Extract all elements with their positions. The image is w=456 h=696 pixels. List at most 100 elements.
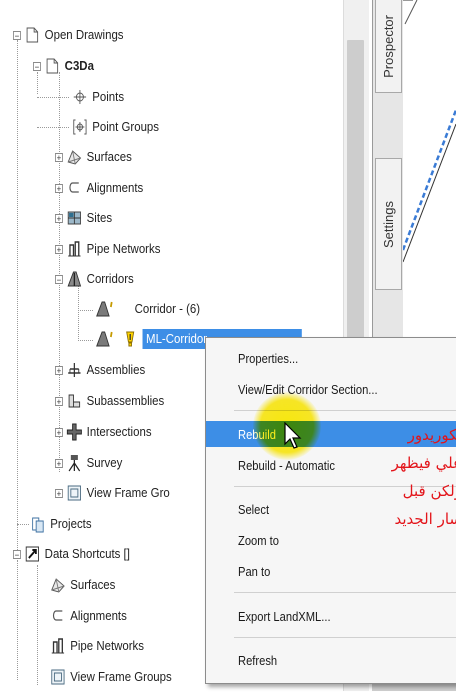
tree-item-shortcut-surfaces[interactable]: Surfaces [50, 574, 115, 596]
drawing-icon [44, 57, 60, 75]
tree-line [17, 524, 29, 525]
menu-separator [234, 637, 456, 638]
annotation-line: علي فيظهر [392, 454, 456, 472]
annotation-line: ولكن قبل [403, 482, 456, 500]
view-frame-icon [50, 668, 66, 686]
corridor-item-icon [95, 300, 118, 318]
collapse-toggle[interactable]: − [13, 31, 21, 40]
tree-line [37, 565, 38, 685]
tree-item-label: Sites [87, 208, 112, 228]
collapse-toggle[interactable]: − [33, 62, 41, 71]
tree-line [78, 340, 93, 341]
menu-item-label: View/Edit Corridor Section... [238, 382, 378, 397]
tree-item-open-drawings[interactable]: − Open Drawings [13, 24, 124, 46]
view-frame-icon [66, 484, 82, 502]
tree-item-survey[interactable]: + Survey [55, 452, 122, 474]
tree-item-corridors[interactable]: − Corridors [55, 268, 134, 290]
pipe-network-icon [66, 240, 82, 258]
corridor-item-icon [95, 330, 118, 348]
menu-item-refresh[interactable]: Refresh [206, 647, 456, 673]
expand-toggle[interactable]: + [55, 366, 63, 375]
data-shortcuts-icon [24, 545, 40, 563]
intersection-icon [66, 423, 82, 441]
warning-icon [122, 330, 138, 348]
tree-item-view-frame-groups[interactable]: + View Frame Gro [55, 482, 170, 504]
surface-icon [50, 576, 66, 594]
expand-toggle[interactable]: + [55, 153, 63, 162]
site-icon [66, 209, 82, 227]
tree-item-subassemblies[interactable]: + Subassemblies [55, 390, 164, 412]
tree-item-point-groups[interactable]: Point Groups [72, 116, 159, 138]
tree-item-label: Surfaces [87, 147, 132, 167]
expand-toggle[interactable]: + [55, 214, 63, 223]
survey-icon [66, 454, 82, 472]
tree-item-sites[interactable]: + Sites [55, 207, 112, 229]
tree-item-c3da[interactable]: − C3Da [33, 55, 94, 77]
alignment-icon [50, 607, 66, 625]
tree-line [37, 127, 69, 128]
subassembly-icon [66, 392, 82, 410]
expand-toggle[interactable]: + [55, 245, 63, 254]
tree-item-label: Corridor - (6) [135, 299, 200, 319]
tree-item-shortcut-alignments[interactable]: Alignments [50, 605, 127, 627]
menu-item-label: Zoom to [238, 533, 279, 548]
tree-item-label: Projects [50, 514, 91, 534]
tree-item-label: Assemblies [87, 360, 145, 380]
tree-item-label: View Frame Gro [87, 483, 170, 503]
tree-item-shortcut-view-frame-groups[interactable]: View Frame Groups [50, 666, 172, 688]
tab-prospector[interactable]: Prospector [375, 0, 402, 93]
menu-item-view-edit-corridor-section[interactable]: View/Edit Corridor Section... [206, 376, 456, 402]
tree-item-label: Corridors [87, 269, 134, 289]
tree-item-label: View Frame Groups [70, 667, 172, 687]
drawings-folder-icon [24, 26, 40, 44]
tree-item-points[interactable]: Points [72, 86, 124, 108]
tree-item-assemblies[interactable]: + Assemblies [55, 359, 145, 381]
expand-toggle[interactable]: + [55, 489, 63, 498]
assembly-icon [66, 361, 82, 379]
tree-item-label: Open Drawings [45, 25, 124, 45]
menu-item-label: Refresh [238, 653, 277, 668]
tab-settings[interactable]: Settings [375, 158, 402, 290]
tree-item-label: Surfaces [70, 575, 115, 595]
expand-toggle[interactable]: + [55, 184, 63, 193]
menu-item-export-landxml[interactable]: Export LandXML... [206, 603, 456, 629]
expand-toggle[interactable]: + [55, 459, 63, 468]
tree-line [78, 283, 79, 341]
tree-item-label: Point Groups [92, 117, 159, 137]
menu-item-properties[interactable]: Properties... [206, 345, 456, 371]
menu-item-zoom-to[interactable]: Zoom to [206, 527, 456, 553]
tree-item-label: Alignments [87, 178, 144, 198]
expand-toggle[interactable]: + [55, 397, 63, 406]
tree-item-projects[interactable]: Projects [30, 513, 92, 535]
point-group-icon [72, 118, 88, 136]
projects-icon [30, 515, 46, 533]
tree-item-label: Pipe Networks [87, 239, 161, 259]
expand-toggle[interactable]: + [55, 428, 63, 437]
tree-item-corridor-6[interactable]: Corridor - (6) [95, 298, 200, 320]
tree-item-label: Points [92, 87, 124, 107]
tree-item-label: Intersections [87, 422, 152, 442]
tree-item-intersections[interactable]: + Intersections [55, 421, 152, 443]
annotation-line: لكوريدور [408, 426, 456, 444]
menu-item-pan-to[interactable]: Pan to [206, 558, 456, 584]
menu-item-label: Select [238, 502, 269, 517]
collapse-toggle[interactable]: − [13, 550, 21, 559]
tree-item-label: Survey [87, 453, 123, 473]
tree-item-alignments[interactable]: + Alignments [55, 177, 143, 199]
tree-item-label: Alignments [70, 606, 127, 626]
tree-line [37, 97, 69, 98]
tab-prospector-label: Prospector [381, 15, 396, 78]
pipe-network-icon [50, 637, 66, 655]
alignment-icon [66, 179, 82, 197]
tree-item-surfaces[interactable]: + Surfaces [55, 146, 132, 168]
surface-icon [66, 148, 82, 166]
tree-line [17, 40, 18, 550]
context-menu: Properties... View/Edit Corridor Section… [205, 337, 456, 684]
tree-item-shortcut-pipe-networks[interactable]: Pipe Networks [50, 635, 144, 657]
collapse-toggle[interactable]: − [55, 275, 63, 284]
tree-item-pipe-networks[interactable]: + Pipe Networks [55, 238, 160, 260]
tree-item-data-shortcuts[interactable]: − Data Shortcuts [] [13, 543, 130, 565]
tree-item-label: Pipe Networks [70, 636, 144, 656]
tree-item-label: Data Shortcuts [] [45, 544, 130, 564]
menu-item-label: Export LandXML... [238, 609, 331, 624]
